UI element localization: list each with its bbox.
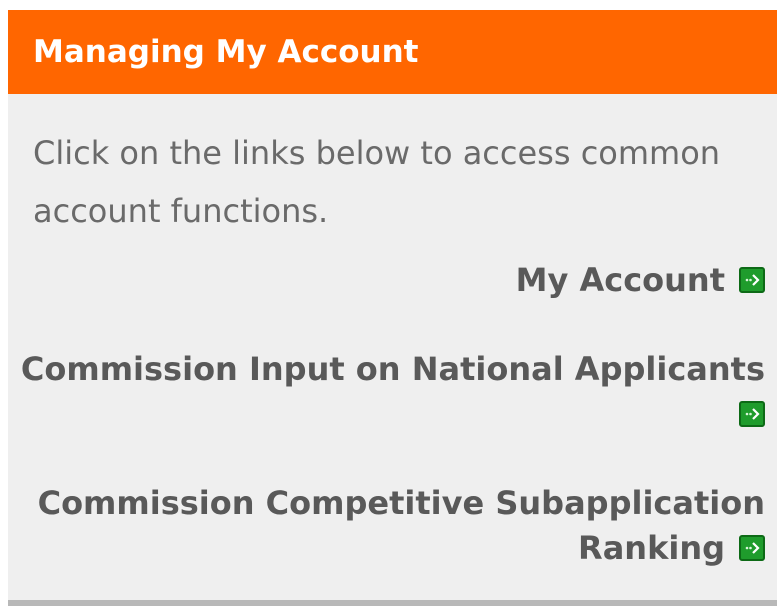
panel-left-edge (0, 10, 8, 600)
link-label: My Account (515, 261, 725, 299)
green-arrow-icon[interactable] (739, 535, 765, 561)
list-item: My Account (8, 258, 765, 303)
panel-bottom-border (8, 600, 777, 606)
panel-title: Managing My Account (8, 10, 777, 94)
my-account-link[interactable]: My Account (516, 261, 765, 299)
link-label: Commission Competitive Subapplication Ra… (37, 484, 765, 567)
account-links-list: My Account Commission Input on National … (8, 240, 777, 571)
green-arrow-icon[interactable] (739, 267, 765, 293)
link-label: Commission Input on National Applicants (20, 350, 765, 388)
green-arrow-icon[interactable] (739, 401, 765, 427)
panel-intro-text: Click on the links below to access commo… (33, 134, 721, 230)
managing-account-panel: Managing My Account Click on the links b… (8, 10, 777, 600)
competitive-ranking-link[interactable]: Commission Competitive Subapplication Ra… (38, 484, 765, 567)
commission-input-link[interactable]: Commission Input on National Applicants (21, 350, 765, 433)
list-item: Commission Competitive Subapplication Ra… (8, 481, 765, 571)
list-item: Commission Input on National Applicants (8, 347, 765, 437)
